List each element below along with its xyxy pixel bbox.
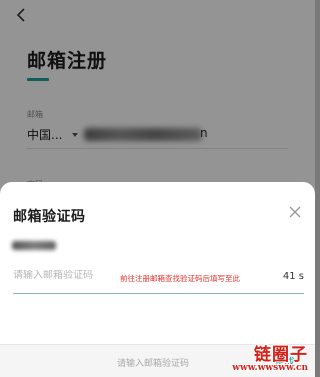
close-button[interactable]: [287, 204, 303, 220]
verification-code-input[interactable]: [13, 270, 113, 281]
accessory-input-placeholder[interactable]: 请输入邮箱验证码: [117, 356, 189, 369]
screen: 邮箱注册 邮箱 中国... n 密码 邮箱验证码 前往注册邮箱查找验证码后填写至…: [0, 0, 315, 377]
close-icon: [289, 206, 301, 218]
redacted-recipient: [12, 241, 56, 250]
watermark-brand: 链圈子: [254, 345, 308, 365]
sheet-title: 邮箱验证码: [13, 209, 86, 225]
code-input-underline: [13, 293, 304, 294]
site-watermark: 链圈子 www.wwsww.cn: [232, 340, 308, 373]
resend-countdown: 41 s: [282, 271, 304, 282]
verification-hint: 前往注册邮箱查找验证码后填写至此: [120, 274, 240, 283]
watermark-url: www.wwsww.cn: [232, 363, 308, 373]
